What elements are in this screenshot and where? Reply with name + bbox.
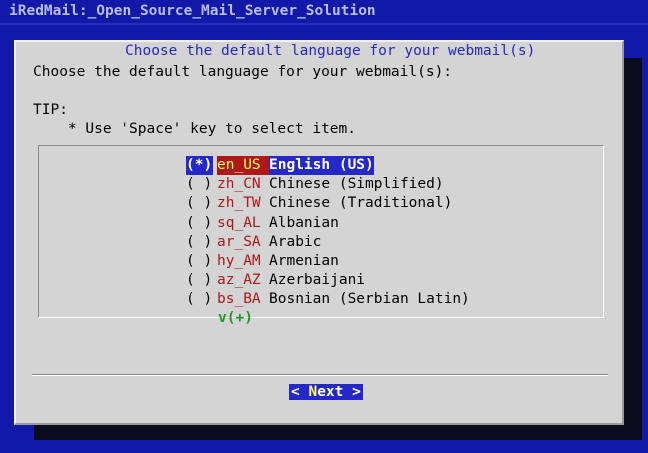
- tip-label: TIP:: [33, 102, 68, 118]
- language-name: Bosnian (Serbian Latin): [269, 291, 470, 308]
- language-option-en_US[interactable]: (*) en_US English (US): [186, 156, 470, 176]
- language-code: az_AZ: [217, 272, 261, 289]
- next-button-left: <: [291, 384, 309, 400]
- next-button-rest: ext: [317, 384, 344, 400]
- dialog-title: Choose the default language for your web…: [122, 43, 539, 59]
- language-code: bs_BA: [217, 291, 261, 308]
- radio-button[interactable]: ( ): [186, 214, 213, 233]
- button-separator: [32, 374, 608, 376]
- language-option-az_AZ[interactable]: ( ) az_AZ Azerbaijani: [186, 271, 470, 290]
- language-code: zh_TW: [217, 195, 261, 212]
- radio-button[interactable]: ( ): [186, 290, 213, 309]
- language-code: ar_SA: [217, 233, 261, 250]
- language-name: Chinese (Simplified): [269, 176, 444, 193]
- language-code: hy_AM: [217, 252, 261, 269]
- dialog-prompt: Choose the default language for your web…: [33, 64, 453, 80]
- language-name: Armenian: [269, 252, 339, 269]
- language-name: Chinese (Traditional): [269, 195, 453, 212]
- language-option-sq_AL[interactable]: ( ) sq_AL Albanian: [186, 214, 470, 233]
- language-code: en_US: [217, 156, 269, 176]
- tip-text: * Use 'Space' key to select item.: [33, 121, 357, 137]
- radio-button[interactable]: ( ): [186, 175, 213, 194]
- language-code: zh_CN: [217, 176, 261, 193]
- radio-button[interactable]: ( ): [186, 252, 213, 271]
- language-name: Azerbaijani: [269, 272, 366, 289]
- language-code: sq_AL: [217, 214, 261, 231]
- language-option-hy_AM[interactable]: ( ) hy_AM Armenian: [186, 252, 470, 271]
- language-option-zh_TW[interactable]: ( ) zh_TW Chinese (Traditional): [186, 194, 470, 213]
- window-title: iRedMail:_Open_Source_Mail_Server_Soluti…: [9, 3, 376, 19]
- radio-button[interactable]: ( ): [186, 194, 213, 213]
- more-items-indicator: v(+): [218, 310, 253, 326]
- language-list[interactable]: (*) en_US English (US)( ) zh_CN Chinese (Sim…: [186, 156, 470, 310]
- title-underline: [0, 23, 648, 25]
- language-name: Arabic: [269, 233, 322, 250]
- radio-button[interactable]: (*): [186, 156, 213, 176]
- next-button-right: >: [343, 384, 361, 400]
- language-name: English (US): [269, 156, 374, 176]
- radio-button[interactable]: ( ): [186, 271, 213, 290]
- next-button-hotkey: N: [308, 384, 318, 400]
- language-name: Albanian: [269, 214, 339, 231]
- language-option-zh_CN[interactable]: ( ) zh_CN Chinese (Simplified): [186, 175, 470, 194]
- language-dialog: Choose the default language for your web…: [14, 40, 624, 425]
- language-option-bs_BA[interactable]: ( ) bs_BA Bosnian (Serbian Latin): [186, 290, 470, 309]
- next-button[interactable]: < Next >: [289, 384, 363, 400]
- radio-button[interactable]: ( ): [186, 233, 213, 252]
- language-option-ar_SA[interactable]: ( ) ar_SA Arabic: [186, 233, 470, 252]
